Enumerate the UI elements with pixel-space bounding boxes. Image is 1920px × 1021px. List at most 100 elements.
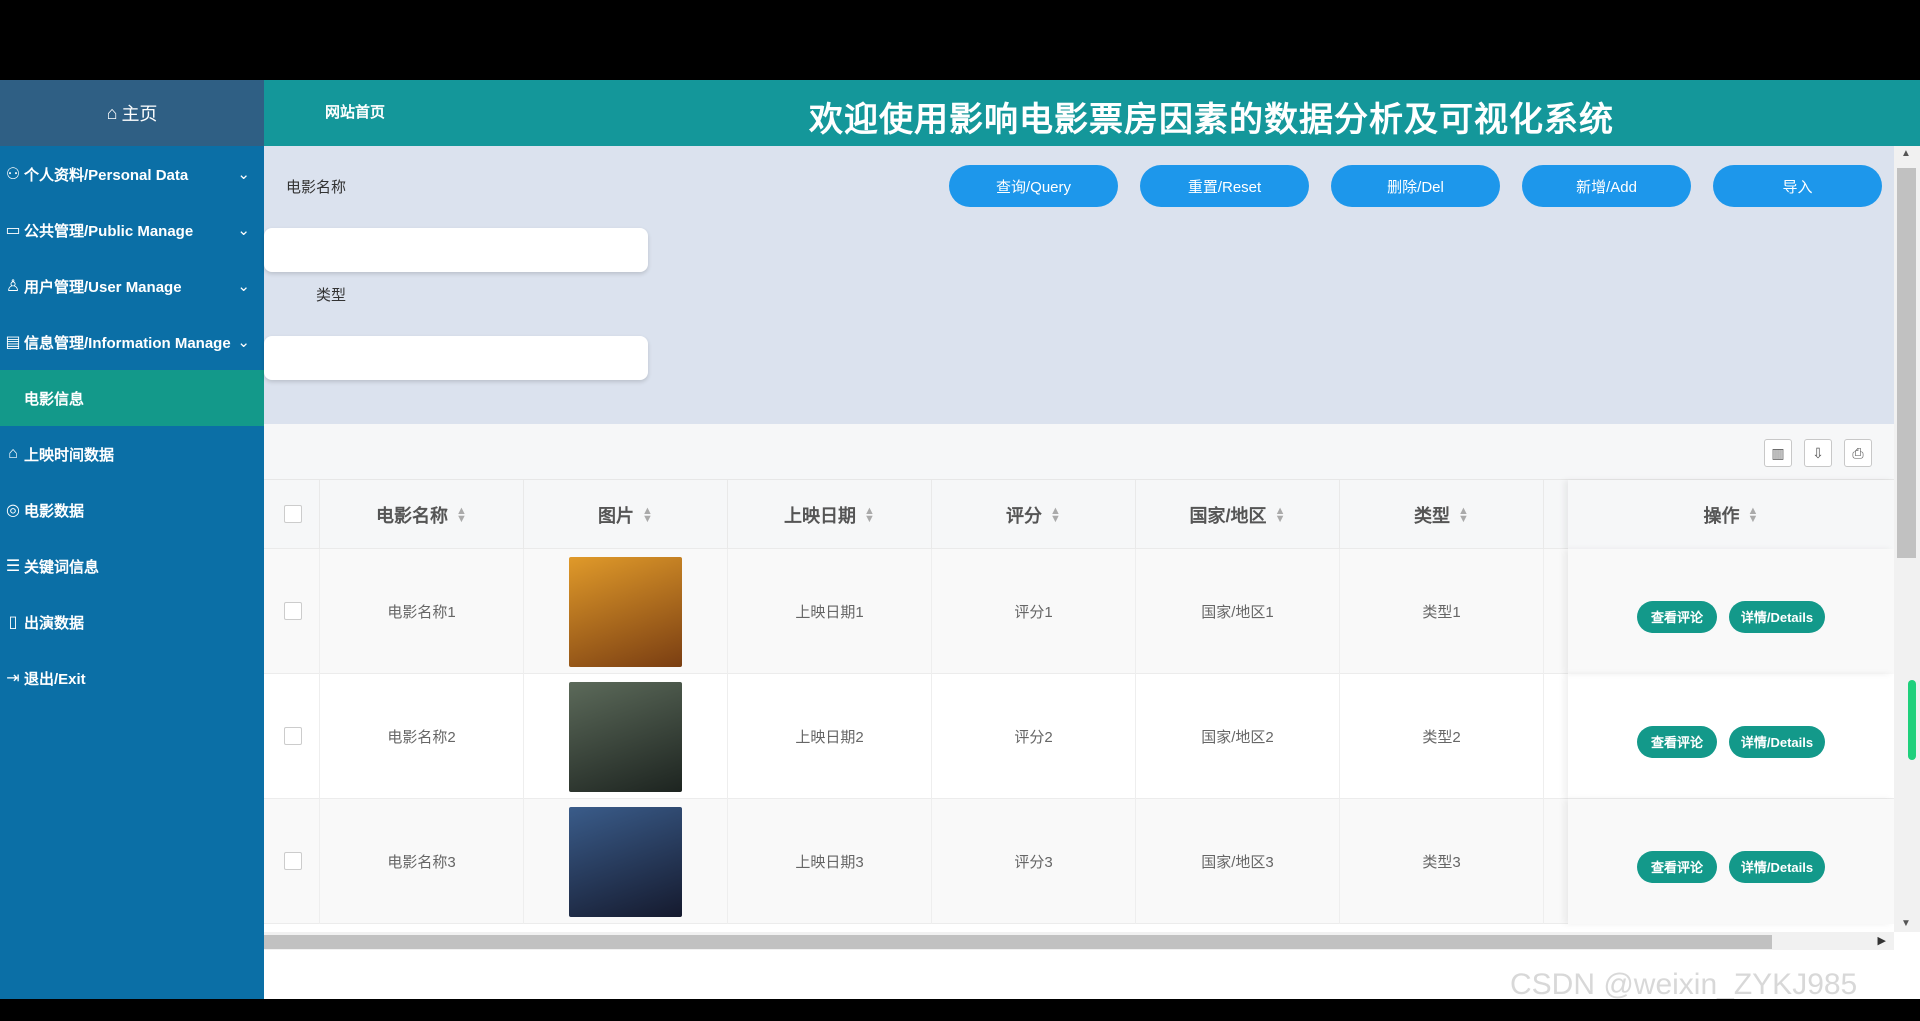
scroll-right-icon[interactable]: ▶ bbox=[1878, 934, 1886, 947]
print-icon[interactable]: ⎙ bbox=[1844, 439, 1872, 467]
sidebar-item-6[interactable]: ◎ 电影数据 bbox=[0, 482, 264, 538]
movie-name-label: 电影名称 bbox=[286, 179, 347, 196]
cell-region: 国家/地区3 bbox=[1136, 799, 1340, 924]
reset-button[interactable]: 重置/Reset bbox=[1140, 165, 1309, 207]
delete-button[interactable]: 删除/Del bbox=[1331, 165, 1500, 207]
sort-icon[interactable]: ▲ ▼ bbox=[642, 505, 653, 524]
sidebar-item-4[interactable]: 电影信息 bbox=[0, 370, 264, 426]
poster-cell bbox=[524, 799, 728, 924]
sidebar-home-label: 主页 bbox=[121, 104, 158, 124]
vertical-scroll-thumb[interactable] bbox=[1897, 168, 1916, 558]
query-button[interactable]: 查询/Query bbox=[949, 165, 1118, 207]
details-button[interactable]: 详情/Details bbox=[1729, 725, 1825, 758]
select-all-cell bbox=[264, 480, 320, 549]
chevron-down-icon: ⌄ bbox=[237, 334, 250, 351]
cell-date: 上映日期2 bbox=[728, 674, 932, 799]
app-window: ⌂ 主页 ⚇ 个人资料/Personal Data ⌄ ▭ 公共管理/Public Ma… bbox=[0, 80, 1920, 999]
table-row[interactable]: 电影名称2 上映日期2 评分2 国家/地区2 类型2 查看评论 详情/Details bbox=[264, 674, 1894, 799]
row-select-cell bbox=[264, 799, 320, 924]
site-home-link[interactable]: 网站首页 bbox=[325, 101, 385, 122]
row-checkbox[interactable] bbox=[284, 727, 302, 745]
col-name[interactable]: 电影名称 ▲ ▼ bbox=[320, 480, 524, 549]
col-date[interactable]: 上映日期 ▲ ▼ bbox=[728, 480, 932, 549]
movie-table: 电影名称 ▲ ▼ 图片 ▲ ▼ 上映日期 ▲ ▼ 评分 ▲ ▼ 国家/地区 ▲ ▼ 类型 ▲ ▼ 操作 ▲… bbox=[264, 480, 1894, 999]
horizontal-scroll-thumb[interactable] bbox=[264, 935, 1772, 949]
col-image-label: 图片 bbox=[598, 505, 635, 526]
sidebar-item-2[interactable]: ♙ 用户管理/User Manage ⌄ bbox=[0, 258, 264, 314]
vertical-scrollbar[interactable]: ▲ ▼ bbox=[1894, 146, 1920, 932]
horizontal-scrollbar[interactable]: ▶ bbox=[264, 932, 1894, 950]
page-scroll-indicator[interactable] bbox=[1908, 680, 1916, 760]
sort-icon[interactable]: ▲ ▼ bbox=[456, 505, 467, 524]
chevron-down-icon: ⌄ bbox=[237, 222, 250, 239]
sidebar-item-7[interactable]: ☰ 关键词信息 bbox=[0, 538, 264, 594]
add-button[interactable]: 新增/Add bbox=[1522, 165, 1691, 207]
sidebar: ⌂ 主页 ⚇ 个人资料/Personal Data ⌄ ▭ 公共管理/Public Ma… bbox=[0, 80, 264, 999]
sort-icon[interactable]: ▲ ▼ bbox=[1458, 505, 1469, 524]
cell-name: 电影名称1 bbox=[320, 549, 524, 674]
poster-cell bbox=[524, 674, 728, 799]
sort-icon[interactable]: ▲ ▼ bbox=[1050, 505, 1061, 524]
import-button[interactable]: 导入 bbox=[1713, 165, 1882, 207]
home-icon: ⌂ bbox=[106, 102, 118, 123]
row-select-cell bbox=[264, 549, 320, 674]
sidebar-item-9[interactable]: ⇥ 退出/Exit bbox=[0, 650, 264, 706]
cell-date: 上映日期3 bbox=[728, 799, 932, 924]
details-button[interactable]: 详情/Details bbox=[1729, 600, 1825, 633]
view-comments-button[interactable]: 查看评论 bbox=[1637, 725, 1717, 758]
sidebar-item-label: 电影信息 bbox=[24, 390, 85, 408]
sidebar-item-label: 公共管理/Public Manage bbox=[24, 222, 194, 240]
sidebar-item-5[interactable]: ⌂ 上映时间数据 bbox=[0, 426, 264, 482]
select-all-checkbox[interactable] bbox=[284, 505, 302, 523]
row-select-cell bbox=[264, 674, 320, 799]
details-button[interactable]: 详情/Details bbox=[1729, 850, 1825, 883]
col-type[interactable]: 类型 ▲ ▼ bbox=[1340, 480, 1544, 549]
movie-poster[interactable] bbox=[569, 681, 682, 792]
type-input[interactable] bbox=[264, 336, 648, 380]
cell-score: 评分2 bbox=[932, 674, 1136, 799]
search-panel: 电影名称 类型 查询/Query 重置/Reset 删除/Del 新增/Add … bbox=[264, 146, 1894, 424]
cell-name: 电影名称3 bbox=[320, 799, 524, 924]
sidebar-item-3[interactable]: ▤ 信息管理/Information Manage ⌄ bbox=[0, 314, 264, 370]
sidebar-item-8[interactable]: ▯ 出演数据 bbox=[0, 594, 264, 650]
view-comments-button[interactable]: 查看评论 bbox=[1637, 600, 1717, 633]
table-toolbar: ▥ ⇩ ⎙ bbox=[264, 424, 1894, 480]
movie-poster[interactable] bbox=[569, 556, 682, 667]
sort-icon[interactable]: ▲ ▼ bbox=[1748, 505, 1759, 524]
sidebar-item-0[interactable]: ⚇ 个人资料/Personal Data ⌄ bbox=[0, 146, 264, 202]
cell-name: 电影名称2 bbox=[320, 674, 524, 799]
scroll-up-icon[interactable]: ▲ bbox=[1901, 148, 1911, 159]
cell-score: 评分3 bbox=[932, 799, 1136, 924]
sidebar-item-label: 出演数据 bbox=[24, 614, 85, 632]
monitor-icon: ▭ bbox=[5, 222, 21, 239]
sort-icon[interactable]: ▲ ▼ bbox=[864, 505, 875, 524]
row-checkbox[interactable] bbox=[284, 852, 302, 870]
cell-type: 类型2 bbox=[1340, 674, 1544, 799]
view-comments-button[interactable]: 查看评论 bbox=[1637, 850, 1717, 883]
movie-poster[interactable] bbox=[569, 806, 682, 917]
sidebar-home[interactable]: ⌂ 主页 bbox=[0, 80, 264, 146]
sidebar-item-label: 信息管理/Information Manage bbox=[24, 334, 231, 352]
col-actions[interactable]: 操作 ▲ ▼ bbox=[1568, 480, 1894, 549]
col-region[interactable]: 国家/地区 ▲ ▼ bbox=[1136, 480, 1340, 549]
row-checkbox[interactable] bbox=[284, 602, 302, 620]
table-header: 电影名称 ▲ ▼ 图片 ▲ ▼ 上映日期 ▲ ▼ 评分 ▲ ▼ 国家/地区 ▲ ▼ 类型 ▲ ▼ 操作 ▲… bbox=[264, 480, 1894, 549]
sort-icon[interactable]: ▲ ▼ bbox=[1275, 505, 1286, 524]
cell-type: 类型1 bbox=[1340, 549, 1544, 674]
sidebar-item-label: 上映时间数据 bbox=[24, 446, 115, 464]
cell-region: 国家/地区1 bbox=[1136, 549, 1340, 674]
col-image[interactable]: 图片 ▲ ▼ bbox=[524, 480, 728, 549]
poster-cell bbox=[524, 549, 728, 674]
export-icon[interactable]: ⇩ bbox=[1804, 439, 1832, 467]
col-score[interactable]: 评分 ▲ ▼ bbox=[932, 480, 1136, 549]
table-row[interactable]: 电影名称1 上映日期1 评分1 国家/地区1 类型1 查看评论 详情/Details bbox=[264, 549, 1894, 674]
col-actions-label: 操作 bbox=[1703, 505, 1740, 526]
sidebar-item-1[interactable]: ▭ 公共管理/Public Manage ⌄ bbox=[0, 202, 264, 258]
movie-name-input[interactable] bbox=[264, 228, 648, 272]
scroll-down-icon[interactable]: ▼ bbox=[1901, 918, 1911, 929]
person-icon: ⚇ bbox=[5, 166, 21, 183]
table-row[interactable]: 电影名称3 上映日期3 评分3 国家/地区3 类型3 查看评论 详情/Details bbox=[264, 799, 1894, 924]
watermark: CSDN @weixin_ZYKJ985 bbox=[1510, 968, 1858, 999]
cell-date: 上映日期1 bbox=[728, 549, 932, 674]
columns-icon[interactable]: ▥ bbox=[1764, 439, 1792, 467]
